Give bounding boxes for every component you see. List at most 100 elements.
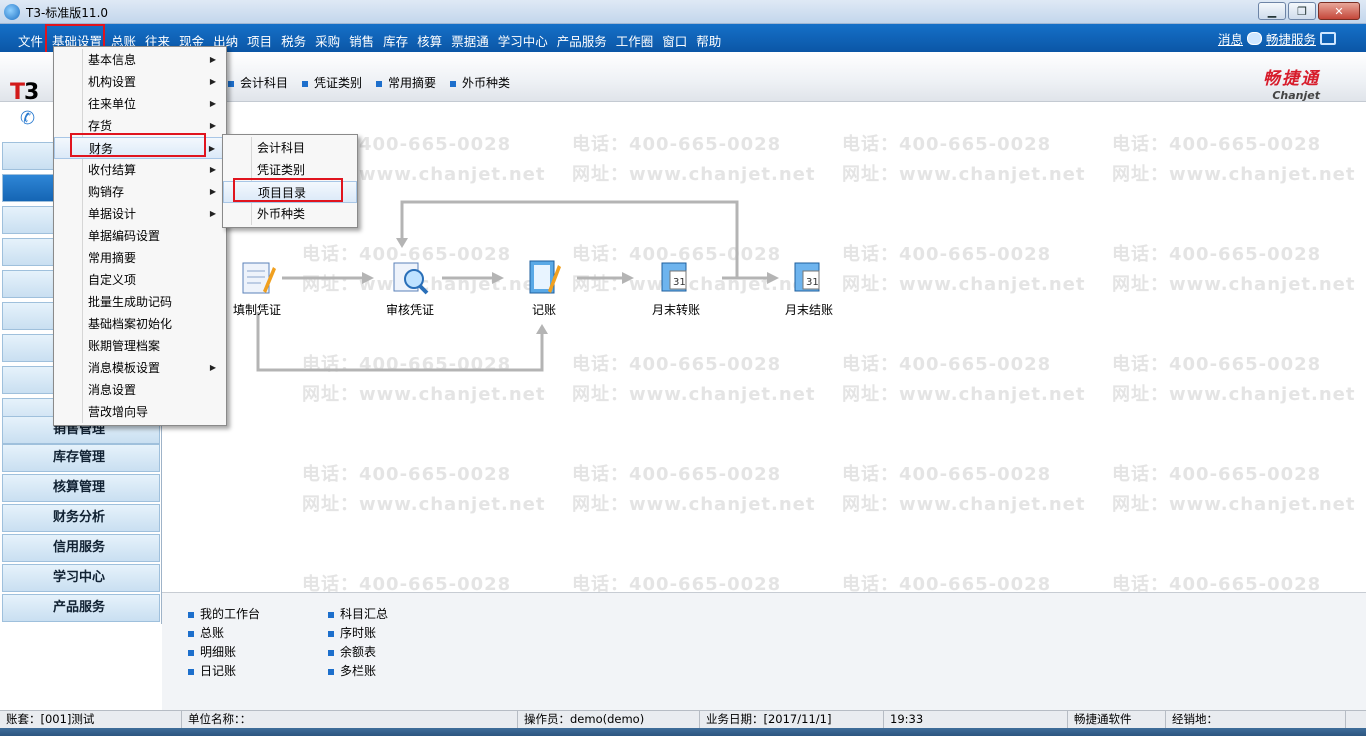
window-title: T3-标准版11.0	[26, 6, 109, 20]
maximize-button[interactable]: ❐	[1288, 2, 1316, 20]
sidebar-item-credit[interactable]: 信用服务	[2, 534, 160, 562]
chat-bubble-icon[interactable]	[1246, 32, 1262, 45]
highlight-finance	[70, 133, 206, 157]
status-dealer: 经销地：	[1166, 711, 1346, 728]
menu-learning-center[interactable]: 学习中心	[498, 31, 548, 50]
status-brand: 畅捷通软件	[1068, 711, 1166, 728]
app-icon	[4, 4, 20, 20]
toolbar-voucher-types[interactable]: 凭证类别	[302, 74, 362, 91]
flow-review-voucher[interactable]: 审核凭证	[365, 257, 455, 318]
flow-month-end-transfer[interactable]: 31 月末转账	[631, 257, 721, 318]
screen-icon[interactable]	[1320, 32, 1336, 45]
sidebar-item-costing[interactable]: 核算管理	[2, 474, 160, 502]
menu-costing[interactable]: 核算	[417, 31, 442, 50]
menu-inventory[interactable]: 库存	[383, 31, 408, 50]
sidebar-item-inventory[interactable]: 库存管理	[2, 444, 160, 472]
submenu-arrow-icon: ▶	[209, 99, 216, 108]
menu-work-circle[interactable]: 工作圈	[616, 31, 654, 50]
dropdown-item[interactable]: 购销存 ▶	[54, 181, 226, 203]
sidebar-item-learning[interactable]: 学习中心	[2, 564, 160, 592]
menu-window[interactable]: 窗口	[662, 31, 687, 50]
submenu-arrow-icon: ▶	[209, 121, 216, 130]
phone-icon[interactable]: ✆	[20, 108, 38, 129]
menu-file[interactable]: 文件	[18, 31, 43, 50]
calendar-icon: 31	[656, 257, 696, 297]
dropdown-item[interactable]: 常用摘要	[54, 247, 226, 269]
calendar-close-icon: 31	[789, 257, 829, 297]
submenu-currency[interactable]: 外币种类	[223, 203, 357, 225]
dropdown-item-label: 消息设置	[88, 383, 137, 397]
voucher-edit-icon	[237, 257, 277, 297]
link-balance-sheet[interactable]: 余额表	[328, 643, 388, 660]
status-unit: 单位名称：：	[182, 711, 518, 728]
dropdown-item-label: 购销存	[88, 185, 125, 199]
dropdown-item[interactable]: 基础档案初始化	[54, 313, 226, 335]
status-account: 账套：[001]测试	[0, 711, 182, 728]
dropdown-item-label: 单据设计	[88, 207, 137, 221]
flow-month-end-close[interactable]: 31 月末结账	[764, 257, 854, 318]
close-button[interactable]: ✕	[1318, 2, 1360, 20]
dropdown-item-label: 单据编码设置	[88, 229, 161, 243]
basic-settings-dropdown: 基本信息 ▶ 机构设置 ▶ 往来单位 ▶ 存货 ▶ 财务 ▶ 收付结算 ▶ 购销存 ▶ 单据设计 ▶ 单据编码设…	[53, 46, 227, 426]
dropdown-item-label: 自定义项	[88, 273, 137, 287]
flow-post[interactable]: 记账	[499, 257, 589, 318]
submenu-arrow-icon: ▶	[209, 55, 216, 64]
magnifier-icon	[390, 257, 430, 297]
menu-help[interactable]: 帮助	[696, 31, 721, 50]
sidebar-item-product[interactable]: 产品服务	[2, 594, 160, 622]
dropdown-item[interactable]: 往来单位 ▶	[54, 93, 226, 115]
submenu-arrow-icon: ▶	[209, 363, 216, 372]
dropdown-item[interactable]: 批量生成助记码	[54, 291, 226, 313]
dropdown-item-label: 收付结算	[88, 163, 137, 177]
highlight-project-catalog	[233, 178, 343, 202]
dropdown-item[interactable]: 消息设置	[54, 379, 226, 401]
ledger-icon	[524, 257, 564, 297]
dropdown-item-label: 消息模板设置	[88, 361, 161, 375]
menu-product-service[interactable]: 产品服务	[557, 31, 607, 50]
submenu-arrow-icon: ▶	[209, 209, 216, 218]
dropdown-item-label: 账期管理档案	[88, 339, 161, 353]
dropdown-item[interactable]: 单据编码设置	[54, 225, 226, 247]
svg-text:31: 31	[806, 277, 819, 288]
messages-link[interactable]: 消息	[1218, 29, 1243, 48]
submenu-accounts[interactable]: 会计科目	[223, 137, 357, 159]
link-detail-ledger[interactable]: 明细账	[188, 643, 260, 660]
svg-text:31: 31	[673, 277, 686, 288]
menu-purchase[interactable]: 采购	[315, 31, 340, 50]
menu-invoice[interactable]: 票据通	[451, 31, 489, 50]
dropdown-item[interactable]: 账期管理档案	[54, 335, 226, 357]
sidebar-item-analysis[interactable]: 财务分析	[2, 504, 160, 532]
link-account-summary[interactable]: 科目汇总	[328, 605, 388, 622]
dropdown-item[interactable]: 消息模板设置 ▶	[54, 357, 226, 379]
dropdown-item[interactable]: 营改增向导	[54, 401, 226, 423]
title-bar: T3-标准版11.0 ▁ ❐ ✕	[0, 0, 1366, 24]
submenu-arrow-icon: ▶	[209, 77, 216, 86]
dropdown-item[interactable]: 收付结算 ▶	[54, 159, 226, 181]
link-general-ledger[interactable]: 总账	[188, 624, 260, 641]
minimize-button[interactable]: ▁	[1258, 2, 1286, 20]
dropdown-item-label: 基础档案初始化	[88, 317, 173, 331]
submenu-arrow-icon: ▶	[209, 165, 216, 174]
dropdown-item[interactable]: 基本信息 ▶	[54, 49, 226, 71]
dropdown-item[interactable]: 自定义项	[54, 269, 226, 291]
dropdown-item[interactable]: 机构设置 ▶	[54, 71, 226, 93]
menu-tax[interactable]: 税务	[281, 31, 306, 50]
menu-sales[interactable]: 销售	[349, 31, 374, 50]
menu-project[interactable]: 项目	[247, 31, 272, 50]
dropdown-item[interactable]: 单据设计 ▶	[54, 203, 226, 225]
link-my-workbench[interactable]: 我的工作台	[188, 605, 260, 622]
toolbar-currency[interactable]: 外币种类	[450, 74, 510, 91]
os-taskbar	[0, 728, 1366, 736]
toolbar-common-summary[interactable]: 常用摘要	[376, 74, 436, 91]
status-operator: 操作员：demo(demo)	[518, 711, 700, 728]
chanjet-service-link[interactable]: 畅捷服务	[1266, 29, 1316, 48]
submenu-arrow-icon: ▶	[209, 187, 216, 196]
link-multi-column-ledger[interactable]: 多栏账	[328, 662, 388, 679]
dropdown-item-label: 机构设置	[88, 75, 137, 89]
submenu-arrow-icon: ▶	[208, 144, 215, 153]
link-chronological-ledger[interactable]: 序时账	[328, 624, 388, 641]
toolbar-accounts[interactable]: 会计科目	[228, 74, 288, 91]
link-daily-journal[interactable]: 日记账	[188, 662, 260, 679]
dropdown-item-label: 存货	[88, 119, 113, 133]
dropdown-item-label: 常用摘要	[88, 251, 137, 265]
